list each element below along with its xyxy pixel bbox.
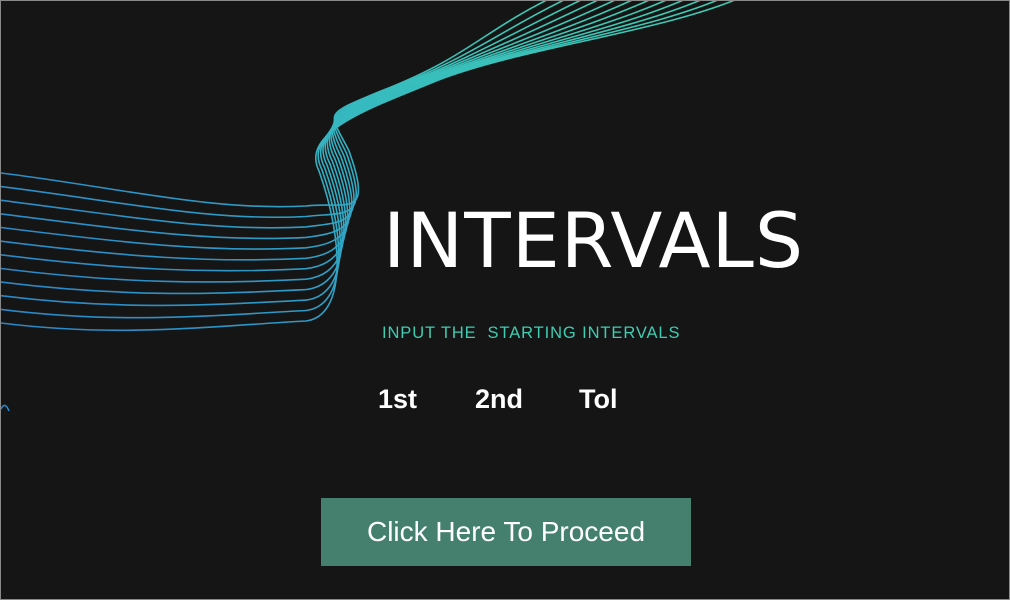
first-interval-label: 1st (378, 384, 418, 414)
app-window: INTERVALS INPUT THE STARTING INTERVALS 1… (0, 0, 1010, 600)
subtitle: INPUT THE STARTING INTERVALS (382, 324, 681, 342)
wave-line (1, 1, 547, 208)
second-interval-label: 2nd (475, 384, 524, 414)
proceed-button[interactable]: Click Here To Proceed (321, 498, 691, 566)
tolerance-label: Tol (579, 384, 618, 414)
page-title: INTERVALS (383, 196, 805, 285)
wave-tail (1, 404, 10, 412)
